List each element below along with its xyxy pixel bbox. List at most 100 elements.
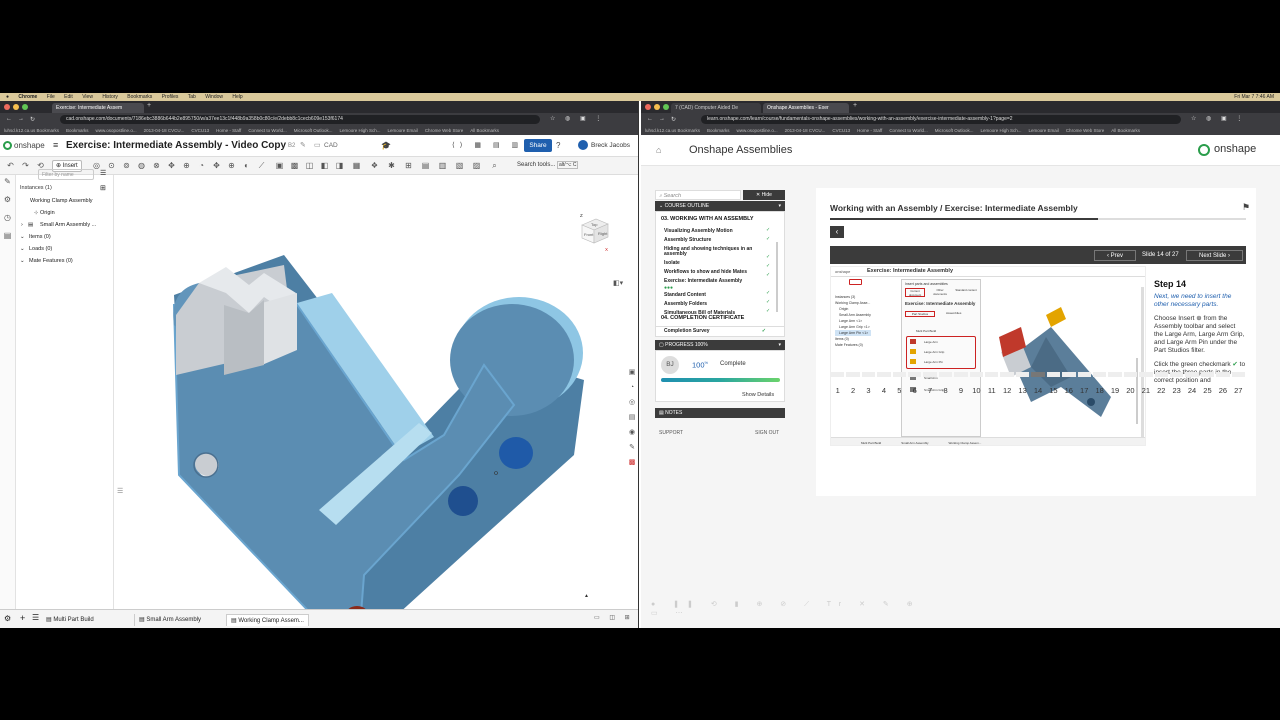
pager-segment[interactable] [1216, 372, 1230, 377]
menu-window[interactable]: Window [205, 93, 223, 101]
course-outline-bar[interactable]: ⌄ COURSE OUTLINE ▾ [655, 201, 785, 211]
forward-icon[interactable]: → [659, 116, 665, 122]
page-number[interactable]: 24 [1185, 386, 1199, 395]
pager-segment[interactable] [938, 372, 953, 377]
tool-icon[interactable]: ⊗ [152, 161, 161, 170]
pager-segment[interactable] [1231, 372, 1245, 377]
bookmark-item[interactable]: Microsoft Outlook... [935, 128, 974, 133]
menu-history[interactable]: History [102, 93, 118, 101]
tree-loads-folder[interactable]: Loads (0) [29, 246, 52, 252]
tool-icon[interactable]: ⟋ [257, 161, 266, 170]
hide-button[interactable]: ✕ Hide [743, 190, 785, 200]
page-number[interactable]: 19 [1108, 386, 1122, 395]
forward-icon[interactable]: → [18, 116, 24, 122]
page-number[interactable]: 27 [1231, 386, 1245, 395]
menu-bookmarks[interactable]: Bookmarks [127, 93, 152, 101]
menu-edit[interactable]: Edit [64, 93, 73, 101]
tab-list-icon[interactable]: ☰ [32, 613, 39, 622]
bookmark-item[interactable]: Lemoore Email [388, 128, 418, 133]
bookmark-item[interactable]: Bookmarks [707, 128, 730, 133]
page-number[interactable]: 14 [1031, 386, 1045, 395]
menu-file[interactable]: File [47, 93, 55, 101]
instances-header[interactable]: Instances (1) [20, 185, 52, 191]
page-number[interactable]: 15 [1046, 386, 1060, 395]
clamp-model[interactable] [114, 175, 639, 628]
tab-working-clamp-assembly[interactable]: ▤ Working Clamp Assem... [226, 614, 309, 626]
hamburger-icon[interactable]: ≡ [53, 140, 58, 150]
url-field[interactable]: learn.onshape.com/learn/course/fundament… [701, 115, 1181, 124]
minimize-window-icon[interactable] [13, 104, 19, 110]
bookmark-item[interactable]: Chrome Web Store [1066, 128, 1104, 133]
lesson-item[interactable]: Hiding and showing techniques in an asse… [664, 245, 768, 259]
collapse-icon[interactable]: ⌄ [20, 246, 25, 252]
pager-segment[interactable] [1154, 372, 1168, 377]
appstore-icon[interactable]: ⚙ [3, 195, 12, 204]
tool-icon[interactable]: ▣ [275, 161, 284, 170]
zoom-window-icon[interactable] [663, 104, 669, 110]
status-icons[interactable]: ▭ ◫ ⊞ [594, 614, 634, 621]
lesson-item[interactable]: Visualizing Assembly Motion [664, 227, 768, 236]
bookmark-item[interactable]: www.osopostline.o... [737, 128, 778, 133]
pager-segment[interactable] [1000, 372, 1014, 377]
page-number[interactable]: 1 [831, 386, 845, 395]
tool-icon[interactable]: ▧ [455, 161, 464, 170]
versions-icon[interactable]: ◷ [3, 213, 12, 222]
page-number[interactable]: 4 [877, 386, 891, 395]
tool-icon[interactable]: ❖ [370, 161, 379, 170]
zoom-window-icon[interactable] [22, 104, 28, 110]
pager-segment[interactable] [1169, 372, 1184, 377]
pager-segment[interactable] [969, 372, 984, 377]
page-number[interactable]: 21 [1139, 386, 1153, 395]
menu-chrome[interactable]: Chrome [18, 93, 37, 101]
page-number[interactable]: 20 [1123, 386, 1137, 395]
tab-multi-part-build[interactable]: ▤ Multi Part Build [42, 614, 98, 626]
bookmark-item[interactable]: Lemoore High Sch... [981, 128, 1022, 133]
page-number[interactable]: 5 [892, 386, 906, 395]
support-link[interactable]: SUPPORT [659, 430, 683, 436]
breadcrumb[interactable]: CAD [324, 142, 338, 149]
tool-icon[interactable]: ◨ [335, 161, 344, 170]
tool-icon[interactable]: ◫ [305, 161, 314, 170]
tool-icon[interactable]: ◐ [242, 161, 251, 170]
show-details-link[interactable]: Show Details [742, 392, 774, 398]
tab-cad-course[interactable]: 7 (CAD) Computer Aided De [671, 103, 761, 113]
tool-icon[interactable]: ⊞ [404, 161, 413, 170]
page-number[interactable]: 17 [1077, 386, 1091, 395]
lesson-item[interactable]: Assembly Structure [664, 236, 768, 245]
tab-onshape-assemblies[interactable]: Onshape Assemblies - Exer [763, 103, 849, 113]
collapse-icon[interactable]: ⌄ [20, 258, 25, 264]
document-menu-icon[interactable]: ⚙ [4, 614, 11, 623]
user-name[interactable]: Breck Jacobs [591, 142, 630, 149]
bookmark-item[interactable]: Home - Staff [216, 128, 241, 133]
bookmark-item[interactable]: Chrome Web Store [425, 128, 463, 133]
lesson-item[interactable]: Isolate [664, 259, 768, 268]
apple-icon[interactable]: ● [6, 93, 9, 101]
avatar[interactable] [578, 140, 588, 150]
tool-icon[interactable]: ⊕ [227, 161, 236, 170]
pager-segment[interactable] [1046, 372, 1061, 377]
recording-controls[interactable]: ● ❚❚ ⟲ ▮ ⊕ ⊘ ⟋ Tr ✕ ✎ ⊕ ▭ ⋯ [651, 600, 931, 617]
tool-icon[interactable]: ✥ [212, 161, 221, 170]
bookmark-icon[interactable]: ⚑ [1242, 202, 1250, 213]
minimize-window-icon[interactable] [654, 104, 660, 110]
bookmark-item[interactable]: CVCU13 [832, 128, 850, 133]
pager-segment[interactable] [861, 372, 876, 377]
bookmark-item[interactable]: Lemoore Email [1029, 128, 1059, 133]
edit-icon[interactable]: ✎ [300, 141, 306, 149]
right-panel-icons[interactable]: ▣ ◔ ◎ ▤ ◉ ✎ ▩ [626, 365, 638, 477]
bookmark-item[interactable]: Connect to World... [889, 128, 927, 133]
bookmark-item[interactable]: 2013-04-18 CVCU... [785, 128, 826, 133]
bookmark-item[interactable]: Bookmarks [66, 128, 89, 133]
page-number[interactable]: 9 [954, 386, 968, 395]
pager-segment[interactable] [954, 372, 968, 377]
pager-segment[interactable] [1031, 372, 1045, 377]
mate-icon[interactable]: ▩ [629, 459, 636, 466]
pager-segment[interactable] [908, 372, 922, 377]
collapse-icon[interactable]: ⌄ [20, 234, 25, 240]
pager-segment[interactable] [1092, 372, 1107, 377]
search-tools-icon[interactable]: ⌕ [490, 161, 499, 170]
pager-segment[interactable] [846, 372, 860, 377]
page-number[interactable]: 10 [969, 386, 983, 395]
menu-tab[interactable]: Tab [188, 93, 196, 101]
new-tab-icon[interactable]: + [147, 102, 151, 109]
